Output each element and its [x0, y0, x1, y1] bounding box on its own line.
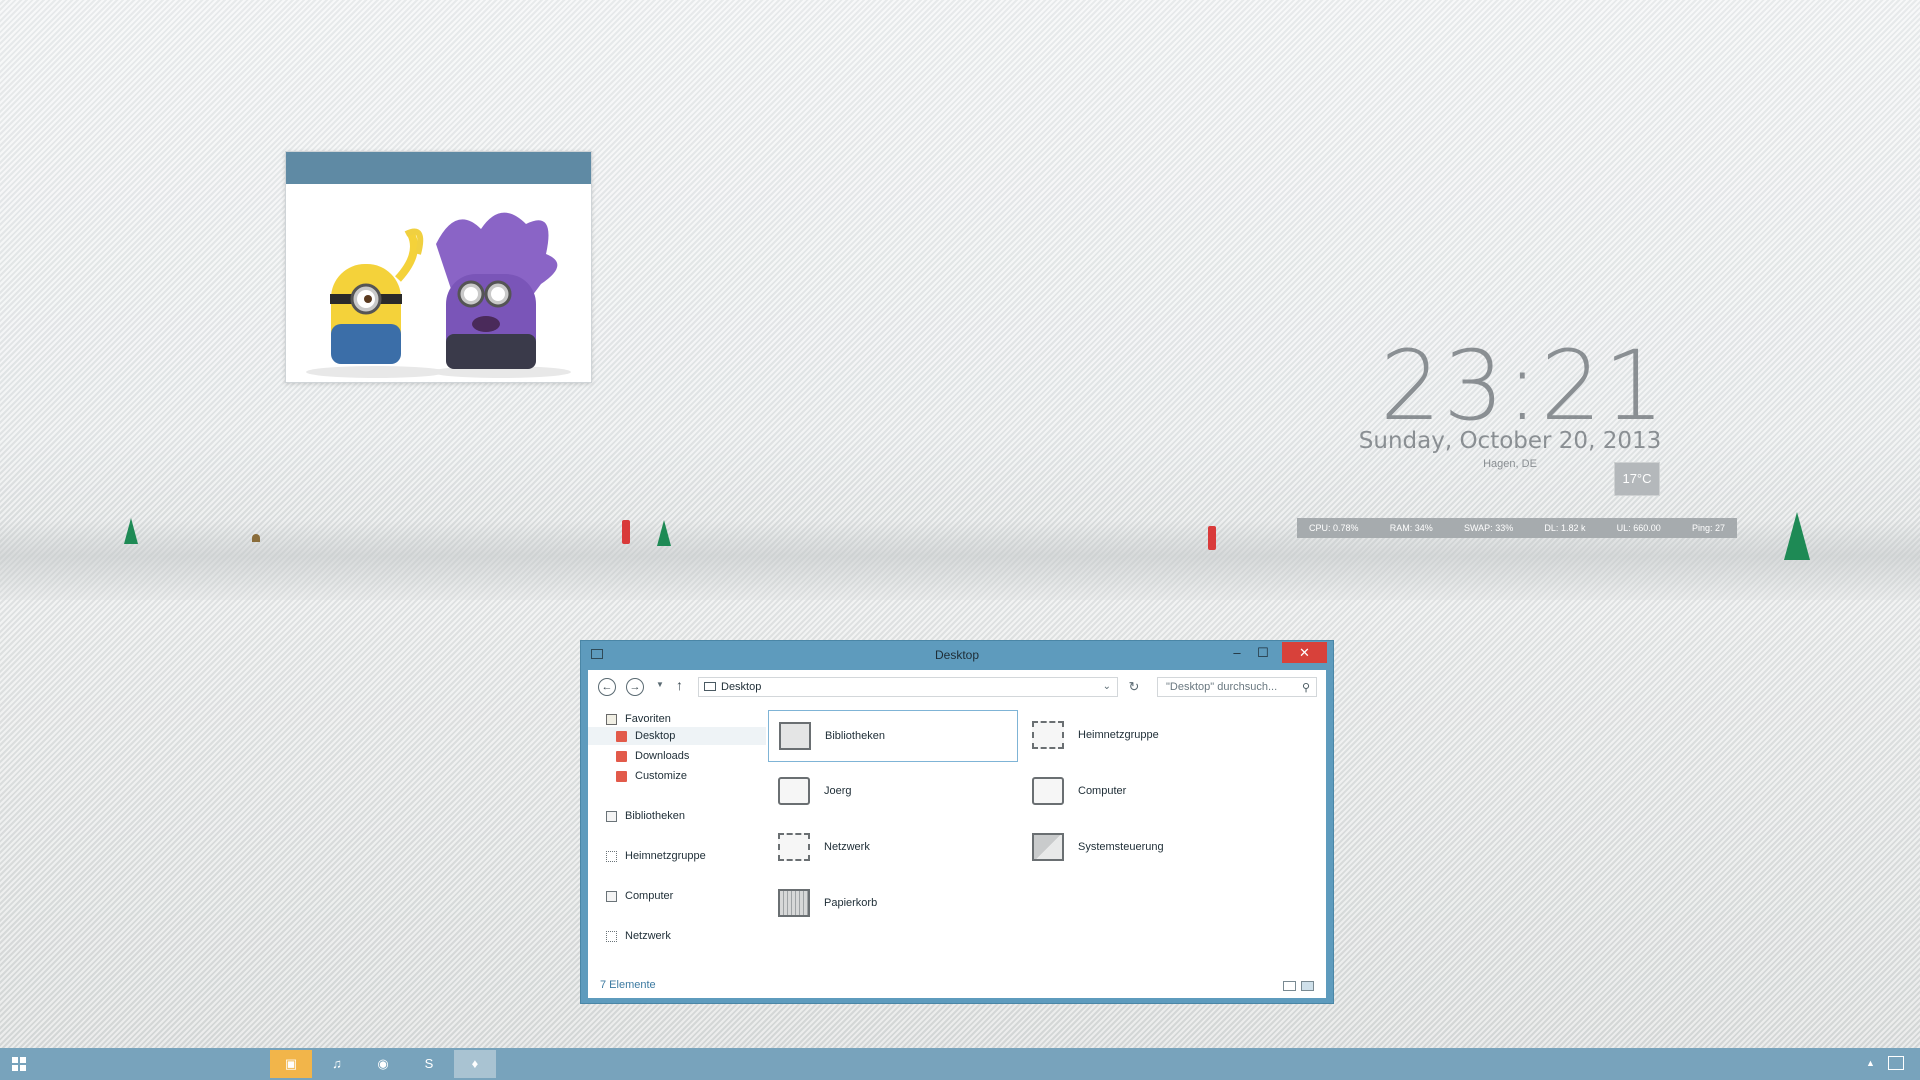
- homegroup-icon: [1032, 721, 1064, 749]
- search-placeholder: "Desktop" durchsuch...: [1166, 681, 1278, 693]
- address-bar[interactable]: Desktop ⌄: [698, 677, 1118, 697]
- system-stats-bar: CPU: 0.78% RAM: 34% SWAP: 33% DL: 1.82 k…: [1297, 518, 1737, 538]
- temperature-badge: 17°C: [1614, 462, 1660, 496]
- show-hidden-icons-button[interactable]: ▲: [1866, 1058, 1875, 1068]
- stat-ram: RAM: 34%: [1389, 523, 1433, 533]
- chevron-down-icon[interactable]: ⌄: [1103, 678, 1111, 696]
- stat-download: DL: 1.82 k: [1544, 523, 1586, 533]
- stat-swap: SWAP: 33%: [1464, 523, 1514, 533]
- skype-icon: S: [424, 1056, 434, 1071]
- computer-icon: [606, 890, 617, 902]
- photo-widget-header: [286, 152, 591, 184]
- red-buoy: [622, 520, 630, 544]
- network-icon: [778, 833, 810, 861]
- desktop-icon: [704, 682, 716, 691]
- sidebar-item-favorites[interactable]: Favoriten: [606, 710, 671, 728]
- minimize-button[interactable]: –: [1224, 642, 1250, 663]
- control-panel-icon: [1032, 833, 1064, 861]
- sidebar-item-homegroup[interactable]: Heimnetzgruppe: [606, 847, 706, 865]
- sidebar-item-customize[interactable]: Customize: [616, 767, 687, 785]
- close-button[interactable]: ✕: [1282, 642, 1327, 663]
- file-view: Bibliotheken Heimnetzgruppe Joerg Comput…: [768, 710, 1316, 970]
- user-folder-icon: [778, 777, 810, 805]
- forward-button[interactable]: →: [626, 678, 644, 696]
- address-text: Desktop: [721, 681, 762, 693]
- taskbar-droplet-app[interactable]: ♦: [454, 1050, 496, 1078]
- red-buoy: [1208, 526, 1216, 550]
- computer-icon: [1032, 777, 1064, 805]
- customize-icon: [616, 770, 627, 782]
- up-button[interactable]: ↑: [676, 677, 683, 693]
- item-network[interactable]: Netzwerk: [768, 822, 1018, 874]
- network-tray-icon[interactable]: [1888, 1056, 1904, 1070]
- taskbar-skype[interactable]: S: [408, 1050, 450, 1078]
- photo-widget[interactable]: [285, 151, 592, 383]
- clock-date: Sunday, October 20, 2013: [1358, 428, 1662, 454]
- stat-cpu: CPU: 0.78%: [1309, 523, 1359, 533]
- sidebar-item-downloads[interactable]: Downloads: [616, 747, 689, 765]
- item-homegroup[interactable]: Heimnetzgruppe: [1022, 710, 1272, 762]
- taskbar-file-explorer[interactable]: ▣: [270, 1050, 312, 1078]
- refresh-button[interactable]: ↻: [1124, 677, 1144, 697]
- status-bar: 7 Elemente: [588, 974, 1326, 996]
- network-icon: [606, 930, 617, 942]
- item-user-joerg[interactable]: Joerg: [768, 766, 1018, 818]
- music-player-icon: ♫: [332, 1056, 342, 1071]
- green-buoy-large: [1784, 512, 1810, 560]
- minions-photo: [286, 184, 591, 382]
- library-icon: [779, 722, 811, 750]
- recent-locations-dropdown[interactable]: ▼: [656, 680, 664, 689]
- recycle-bin-icon: [778, 889, 810, 917]
- back-button[interactable]: ←: [598, 678, 616, 696]
- item-recycle-bin[interactable]: Papierkorb: [768, 878, 1018, 930]
- green-buoy: [124, 518, 138, 544]
- green-buoy: [657, 520, 671, 546]
- navigation-bar: ← → ▼ ↑ Desktop ⌄ ↻ "Desktop" durchsuch.…: [588, 670, 1326, 704]
- explorer-window[interactable]: Desktop – ☐ ✕ ← → ▼ ↑ Desktop ⌄ ↻ "Deskt…: [580, 640, 1334, 1004]
- stat-upload: UL: 660.00: [1616, 523, 1661, 533]
- weather-location: Hagen, DE: [1483, 458, 1537, 470]
- desktop-icon: [616, 730, 627, 742]
- taskbar-music-player[interactable]: ♫: [316, 1050, 358, 1078]
- homegroup-icon: [606, 850, 617, 862]
- taskbar: ▣ ♫ ◉ S ♦ ▲: [0, 1048, 1920, 1080]
- firefox-icon: ◉: [377, 1056, 389, 1071]
- sidebar-item-network[interactable]: Netzwerk: [606, 927, 671, 945]
- navigation-pane: Favoriten Desktop Downloads Customize Bi…: [588, 710, 768, 970]
- taskbar-firefox[interactable]: ◉: [362, 1050, 404, 1078]
- maximize-button[interactable]: ☐: [1250, 642, 1276, 663]
- item-computer[interactable]: Computer: [1022, 766, 1272, 818]
- droplet-icon: ♦: [471, 1056, 479, 1071]
- explorer-body: ← → ▼ ↑ Desktop ⌄ ↻ "Desktop" durchsuch.…: [588, 670, 1326, 998]
- file-explorer-icon: ▣: [284, 1056, 298, 1071]
- start-button[interactable]: [12, 1057, 26, 1071]
- details-view-button[interactable]: [1283, 981, 1296, 991]
- sidebar-item-desktop[interactable]: Desktop: [588, 727, 766, 745]
- sidebar-item-libraries[interactable]: Bibliotheken: [606, 807, 685, 825]
- sidebar-item-computer[interactable]: Computer: [606, 887, 673, 905]
- library-icon: [606, 810, 617, 822]
- downloads-icon: [616, 750, 627, 762]
- stat-ping: Ping: 27: [1691, 523, 1725, 533]
- clock-time: 23:21: [1380, 330, 1667, 442]
- item-control-panel[interactable]: Systemsteuerung: [1022, 822, 1272, 874]
- item-count: 7 Elemente: [600, 979, 656, 991]
- small-buoy: [252, 534, 260, 542]
- tiles-view-button[interactable]: [1301, 981, 1314, 991]
- search-icon[interactable]: ⚲: [1302, 679, 1310, 697]
- favorites-icon: [606, 713, 617, 725]
- search-input[interactable]: "Desktop" durchsuch... ⚲: [1157, 677, 1317, 697]
- window-title: Desktop: [934, 648, 980, 662]
- item-libraries[interactable]: Bibliotheken: [768, 710, 1018, 762]
